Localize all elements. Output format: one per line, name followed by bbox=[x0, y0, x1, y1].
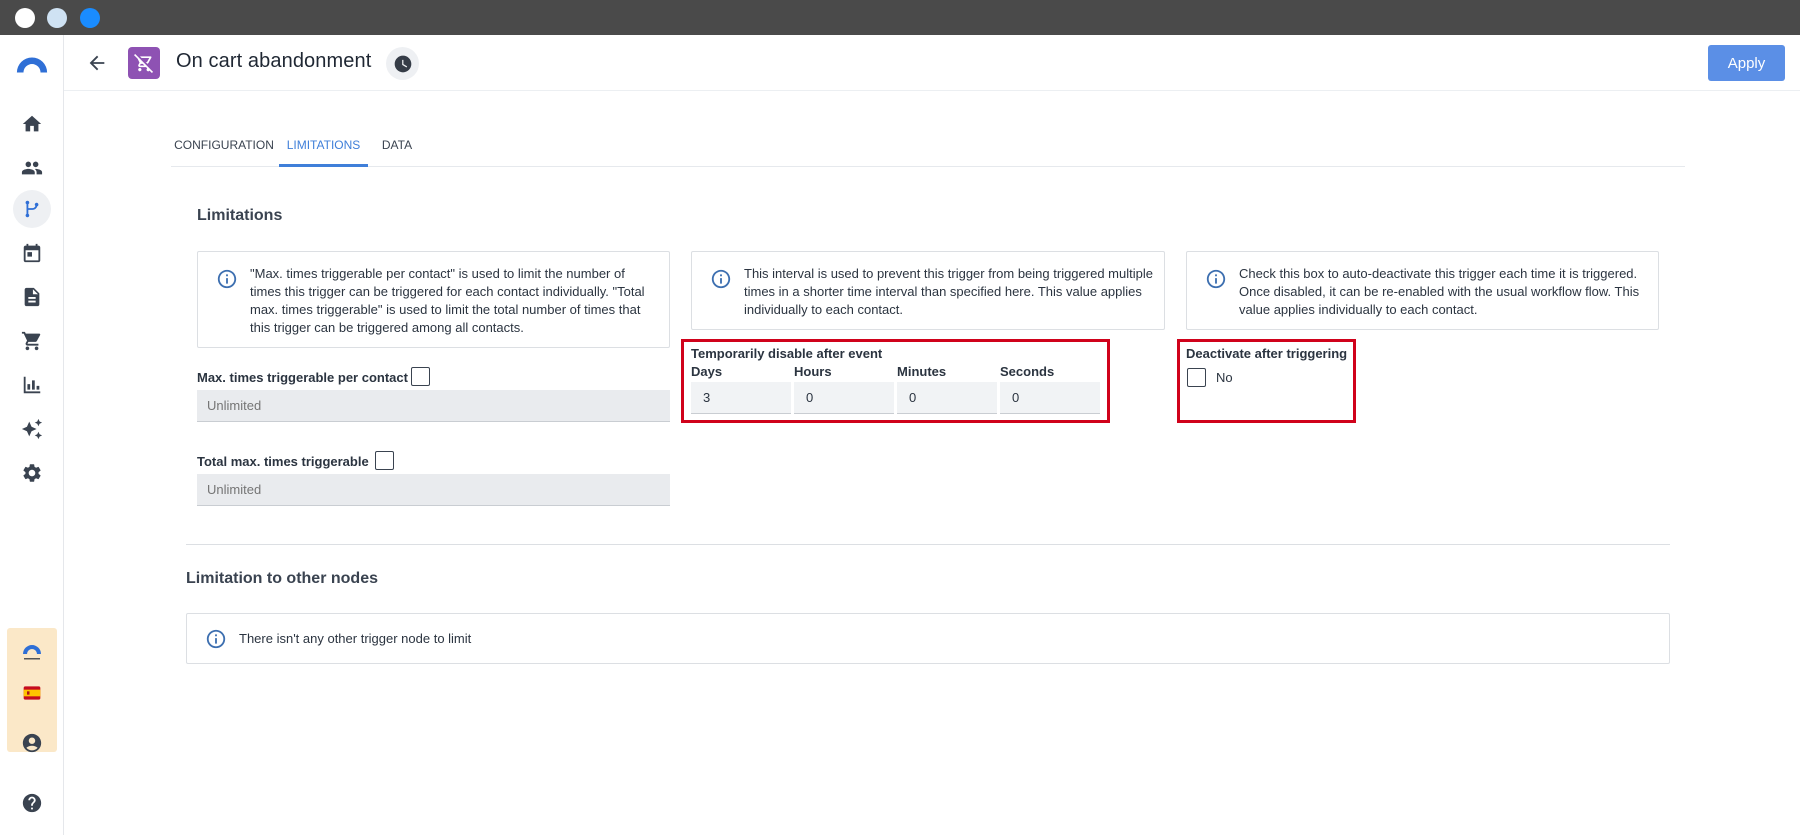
hours-input[interactable] bbox=[794, 382, 894, 414]
info-text-other-nodes: There isn't any other trigger node to li… bbox=[239, 631, 472, 646]
info-box-interval: This interval is used to prevent this tr… bbox=[691, 251, 1165, 330]
info-icon bbox=[710, 268, 732, 290]
settings-icon[interactable] bbox=[16, 457, 48, 489]
info-box-other-nodes: There isn't any other trigger node to li… bbox=[186, 613, 1670, 664]
info-box-contact: "Max. times triggerable per contact" is … bbox=[197, 251, 670, 348]
days-input[interactable] bbox=[691, 382, 791, 414]
total-max-checkbox[interactable] bbox=[375, 451, 394, 470]
section-divider bbox=[186, 544, 1670, 545]
sparkle-icon[interactable] bbox=[16, 413, 48, 445]
total-max-input[interactable] bbox=[197, 474, 670, 506]
contacts-icon[interactable] bbox=[16, 152, 48, 184]
account-icon[interactable] bbox=[16, 727, 48, 759]
document-icon[interactable] bbox=[16, 281, 48, 313]
days-field: Days bbox=[691, 364, 791, 414]
minutes-field: Minutes bbox=[897, 364, 997, 414]
other-nodes-title: Limitation to other nodes bbox=[186, 570, 378, 587]
info-icon bbox=[216, 268, 238, 290]
info-text-interval: This interval is used to prevent this tr… bbox=[744, 266, 1153, 317]
window-minimize-button[interactable] bbox=[47, 8, 67, 28]
total-max-label: Total max. times triggerable bbox=[197, 454, 369, 469]
info-text-deactivate: Check this box to auto-deactivate this t… bbox=[1239, 266, 1640, 317]
tab-limitations[interactable]: LIMITATIONS bbox=[279, 126, 368, 167]
cart-icon[interactable] bbox=[16, 325, 48, 357]
minutes-label: Minutes bbox=[897, 364, 947, 379]
hours-label: Hours bbox=[794, 364, 832, 379]
tab-data[interactable]: DATA bbox=[370, 126, 424, 167]
home-icon[interactable] bbox=[16, 108, 48, 140]
history-clock-icon[interactable] bbox=[386, 47, 419, 80]
info-icon bbox=[1205, 268, 1227, 290]
deactivate-value: No bbox=[1216, 370, 1233, 385]
analytics-icon[interactable] bbox=[16, 369, 48, 401]
seconds-input[interactable] bbox=[1000, 382, 1100, 414]
window-close-button[interactable] bbox=[15, 8, 35, 28]
window-titlebar bbox=[0, 0, 1800, 35]
page-header: On cart abandonment Apply bbox=[64, 35, 1800, 91]
deactivate-checkbox[interactable] bbox=[1187, 368, 1206, 387]
back-arrow-icon[interactable] bbox=[83, 49, 111, 77]
max-per-contact-checkbox[interactable] bbox=[411, 367, 430, 386]
help-icon[interactable] bbox=[16, 787, 48, 819]
max-per-contact-input[interactable] bbox=[197, 390, 670, 422]
deactivate-label: Deactivate after triggering bbox=[1186, 346, 1348, 361]
cart-off-icon bbox=[128, 47, 160, 79]
apply-button[interactable]: Apply bbox=[1708, 45, 1785, 81]
calendar-icon[interactable] bbox=[16, 237, 48, 269]
workflow-icon[interactable] bbox=[13, 190, 51, 228]
logo-icon[interactable] bbox=[14, 49, 50, 81]
temp-disable-label: Temporarily disable after event bbox=[691, 346, 883, 361]
info-text-contact: "Max. times triggerable per contact" is … bbox=[250, 266, 645, 335]
page-title: On cart abandonment bbox=[176, 50, 372, 72]
limitations-title: Limitations bbox=[197, 207, 283, 224]
hours-field: Hours bbox=[794, 364, 894, 414]
info-box-deactivate: Check this box to auto-deactivate this t… bbox=[1186, 251, 1659, 330]
spain-flag-icon[interactable] bbox=[16, 677, 48, 709]
seconds-label: Seconds bbox=[1000, 364, 1055, 379]
tab-configuration[interactable]: CONFIGURATION bbox=[171, 126, 277, 167]
tab-bar: CONFIGURATION LIMITATIONS DATA bbox=[171, 126, 1685, 167]
max-per-contact-label: Max. times triggerable per contact bbox=[197, 370, 408, 385]
sidebar bbox=[0, 35, 64, 835]
info-icon bbox=[205, 628, 227, 650]
seconds-field: Seconds bbox=[1000, 364, 1100, 414]
days-label: Days bbox=[691, 364, 723, 379]
minutes-input[interactable] bbox=[897, 382, 997, 414]
window-maximize-button[interactable] bbox=[80, 8, 100, 28]
brand-logo-icon[interactable] bbox=[16, 636, 48, 668]
